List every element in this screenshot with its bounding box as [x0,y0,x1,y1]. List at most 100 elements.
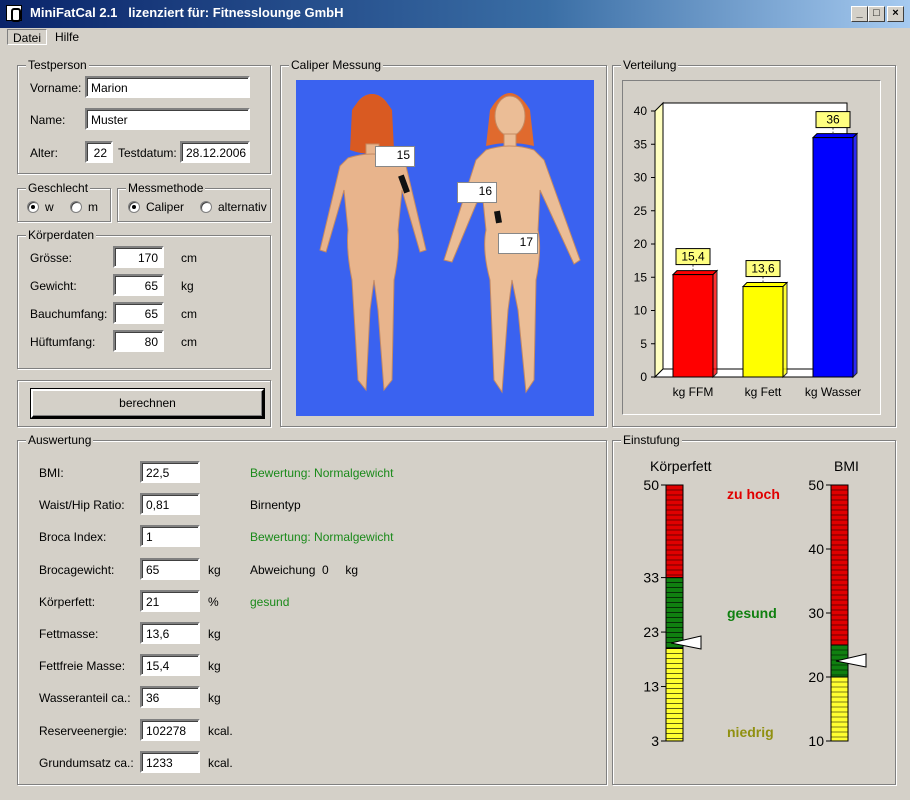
geschlecht-w-label: w [45,200,54,214]
caliper-figure: 15 16 17 [296,80,594,416]
auswertung-unit: kg [208,659,221,674]
scale-tick-label: 13 [643,679,659,695]
bar-side [712,269,718,379]
auswertung-label: Körperfett: [39,594,96,609]
testperson-legend: Testperson [26,58,89,72]
menu-bar: Datei Hilfe [0,28,910,46]
auswertung-label: BMI: [39,466,64,480]
auswertung-label: Fettfreie Masse: [39,659,126,674]
geschlecht-m-radio[interactable] [70,201,82,213]
auswertung-value: 1233 [140,750,200,773]
scale-band [665,484,684,579]
bar-chart-svg: 0 5 10 15 20 25 30 35 40 15,4 kg FFM 13,6 kg Fett 36 k… [634,101,861,399]
scale-tick-label: 50 [808,477,824,493]
menu-hilfe[interactable]: Hilfe [50,29,84,45]
alternativ-radio[interactable] [200,201,212,213]
alternativ-radio-label: alternativ [218,200,267,214]
auswertung-label: Wasseranteil ca.: [39,691,131,706]
y-tick-label: 5 [640,337,647,351]
koerperdaten-unit: cm [181,251,197,265]
koerperdaten-label: Bauchumfang: [30,307,108,321]
geschlecht-legend: Geschlecht [26,181,91,195]
scale-tick-label: 30 [808,605,824,621]
scale-tick-label: 50 [643,477,659,493]
minimize-button[interactable]: _ [851,6,868,22]
bar [742,286,784,378]
bar-value-label: 36 [826,113,840,127]
testdatum-label: Testdatum: [118,146,177,160]
verteilung-chart: 0 5 10 15 20 25 30 35 40 15,4 kg FFM 13,6 kg Fett 36 k… [622,80,881,415]
name-input[interactable]: Muster [85,108,250,130]
bar-side [782,281,788,379]
caliper-point-1[interactable]: 15 [375,146,415,167]
scale-band [830,676,849,742]
auswertung-note: gesund [250,594,290,609]
testdatum-input[interactable]: 28.12.2006 [180,141,250,163]
einstufung-legend: Einstufung [621,433,682,447]
vorname-input[interactable]: Marion [85,76,250,98]
maximize-button[interactable]: □ [868,6,885,22]
auswertung-unit: kcal. [208,755,233,770]
scale-tick-label: 23 [643,624,659,640]
koerperdaten-input[interactable]: 170 [113,246,164,268]
koerperdaten-unit: cm [181,335,197,349]
y-tick-label: 40 [634,104,648,118]
bar-top [741,282,789,288]
bar [812,137,854,378]
koerperdaten-input[interactable]: 65 [113,302,164,324]
close-button[interactable]: × [887,6,904,22]
chart-side-wall [654,101,664,379]
caliper-radio-label: Caliper [146,200,185,214]
auswertung-value: 21 [140,589,200,612]
berechnen-button[interactable]: berechnen [31,389,264,418]
auswertung-value: 102278 [140,718,200,741]
koerperdaten-unit: cm [181,307,197,321]
bar-value-label: 13,6 [751,262,775,276]
scale-band [665,647,684,742]
scale-tick-label: 40 [808,541,824,557]
caliper-legend: Caliper Messung [289,58,384,72]
einstufung-scales: 50 33 23 13 3 50 40 30 20 10 [643,477,867,749]
koerperdaten-label: Grösse: [30,251,73,265]
caliper-point-3[interactable]: 17 [498,233,538,254]
bar-top [811,133,859,139]
auswertung-value: 22,5 [140,461,200,483]
y-tick-label: 35 [634,137,648,151]
auswertung-note: Birnentyp [250,498,301,513]
auswertung-unit: % [208,594,219,609]
auswertung-legend: Auswertung [26,433,94,447]
auswertung-value: 0,81 [140,493,200,516]
scale-tick-label: 10 [808,733,824,749]
auswertung-label: Broca Index: [39,530,107,545]
geschlecht-w-radio[interactable] [27,201,39,213]
y-tick-label: 10 [634,304,648,318]
name-label: Name: [30,113,66,127]
auswertung-note: Abweichung 0 kg [250,562,359,577]
koerperdaten-input[interactable]: 65 [113,274,164,296]
koerperdaten-label: Hüftumfang: [30,335,96,349]
scale-tick-label: 20 [808,669,824,685]
auswertung-value: 1 [140,525,200,548]
menu-datei[interactable]: Datei [7,29,48,45]
koerperdaten-label: Gewicht: [30,279,77,293]
auswertung-label: Waist/Hip Ratio: [39,498,125,513]
y-tick-label: 0 [640,370,647,384]
koerperdaten-input[interactable]: 80 [113,330,164,352]
auswertung-label: Fettmasse: [39,627,99,641]
x-category-label: kg Wasser [805,385,861,399]
y-tick-label: 30 [634,171,648,185]
auswertung-unit: kg [208,627,221,641]
geschlecht-m-label: m [88,200,98,214]
koerperdaten-legend: Körperdaten [26,228,97,242]
caliper-point-2[interactable]: 16 [457,182,497,203]
caliper-radio[interactable] [128,201,140,213]
vorname-label: Vorname: [30,81,82,95]
auswertung-value: 65 [140,557,200,580]
y-tick-label: 15 [634,270,648,284]
alter-input[interactable]: 22 [85,141,113,163]
window-title: MiniFatCal 2.1 lizenziert für: Fitnesslo… [30,5,344,20]
x-category-label: kg Fett [745,385,782,399]
auswertung-value: 15,4 [140,654,200,677]
y-tick-label: 20 [634,237,648,251]
scale-tick-label: 3 [651,733,659,749]
